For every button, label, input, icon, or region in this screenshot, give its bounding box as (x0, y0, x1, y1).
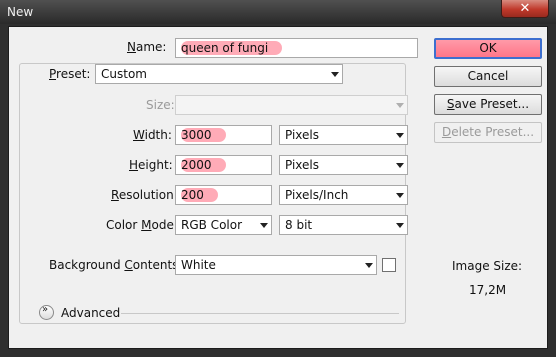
name-value: queen of fungi (181, 41, 283, 55)
image-size-label: Image Size: (452, 259, 523, 273)
delete-preset-button[interactable]: Delete Preset... (434, 122, 542, 143)
chevron-down-icon (365, 263, 373, 268)
background-contents-select[interactable]: White (175, 255, 377, 275)
width-unit-select[interactable]: Pixels (279, 125, 408, 145)
width-unit-value: Pixels (285, 128, 320, 142)
image-size-value: 17,2M (469, 283, 507, 297)
advanced-separator (121, 313, 399, 314)
background-color-swatch[interactable] (382, 258, 396, 272)
save-preset-button[interactable]: Save Preset... (434, 94, 542, 115)
new-document-dialog: New ✕ Name: queen of fungi Preset: Custo… (0, 0, 556, 357)
size-select[interactable] (175, 95, 408, 115)
preset-value: Custom (101, 67, 147, 81)
height-label: Height: (129, 158, 173, 172)
advanced-toggle[interactable]: » (39, 304, 54, 320)
name-input[interactable]: queen of fungi (175, 38, 418, 58)
double-chevron-down-icon: » (42, 304, 49, 315)
size-label: Size: (146, 98, 175, 112)
height-input[interactable]: 2000 (175, 155, 272, 175)
width-input[interactable]: 3000 (175, 125, 272, 145)
close-button[interactable]: ✕ (501, 0, 549, 18)
chevron-down-icon (396, 133, 404, 138)
ok-button[interactable]: OK (434, 38, 542, 59)
resolution-input[interactable]: 200 (175, 185, 272, 205)
color-mode-select[interactable]: RGB Color (175, 215, 272, 235)
height-value: 2000 (181, 158, 226, 172)
width-value: 3000 (181, 128, 226, 142)
height-unit-value: Pixels (285, 158, 320, 172)
resolution-value: 200 (181, 188, 218, 202)
title-bar[interactable]: New ✕ (0, 0, 556, 24)
resolution-unit-select[interactable]: Pixels/Inch (279, 185, 408, 205)
chevron-down-icon (396, 163, 404, 168)
chevron-down-icon (331, 72, 339, 77)
dialog-body: Name: queen of fungi Preset: Custom Size… (8, 26, 548, 349)
color-mode-label: Color Mode: (106, 218, 178, 232)
cancel-button[interactable]: Cancel (434, 66, 542, 87)
bit-depth-select[interactable]: 8 bit (279, 215, 408, 235)
height-unit-select[interactable]: Pixels (279, 155, 408, 175)
chevron-down-icon (260, 223, 268, 228)
chevron-down-icon (396, 103, 404, 108)
background-contents-label: Background Contents: (49, 258, 183, 272)
advanced-label: Advanced (61, 306, 121, 320)
preset-label: Preset: (49, 67, 91, 81)
bit-depth-value: 8 bit (285, 218, 313, 232)
color-mode-value: RGB Color (181, 218, 243, 232)
close-icon: ✕ (519, 1, 531, 16)
window-title: New (7, 5, 34, 19)
width-label: Width: (133, 128, 172, 142)
background-contents-value: White (181, 258, 216, 272)
chevron-down-icon (396, 223, 404, 228)
preset-select[interactable]: Custom (95, 64, 343, 84)
resolution-unit-value: Pixels/Inch (285, 188, 349, 202)
resolution-label: Resolution: (111, 188, 178, 202)
chevron-down-icon (396, 193, 404, 198)
name-label: Name: (127, 40, 167, 54)
